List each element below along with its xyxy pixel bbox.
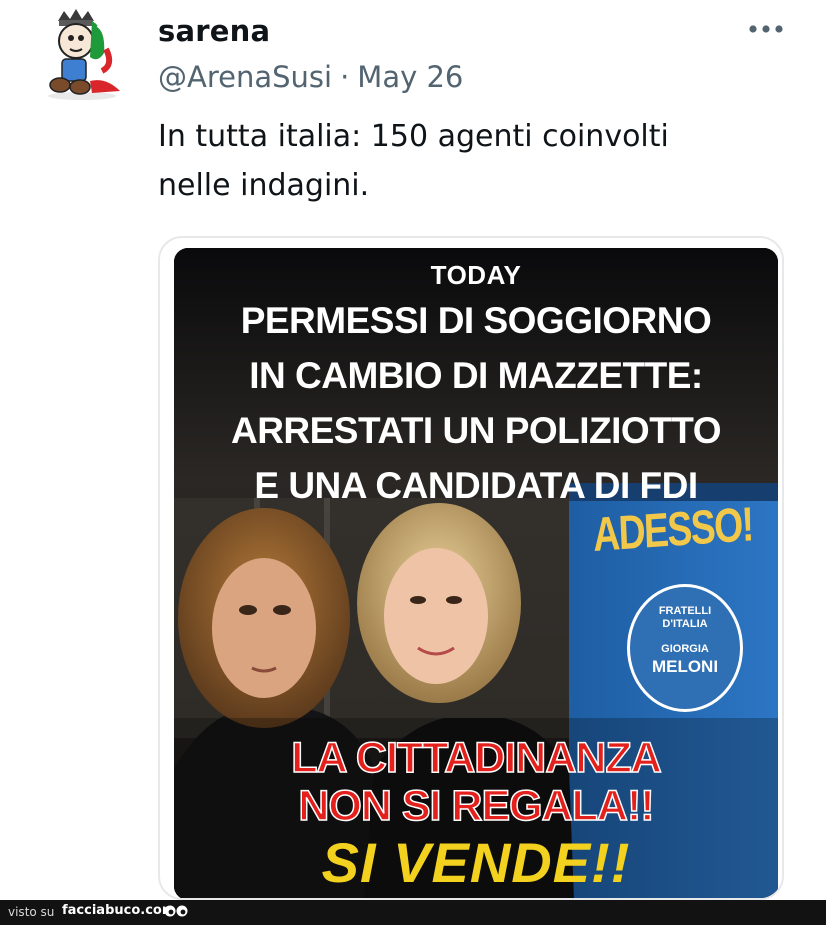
logo-line: GIORGIA [661,643,709,655]
more-options-button[interactable] [744,14,788,44]
eyes-icon [164,905,188,917]
user-handle[interactable]: @ArenaSusi [158,60,332,94]
brand-link[interactable]: facciabuco.com [62,903,175,918]
logo-line: FRATELLI [658,605,712,617]
watermark-bar: visto su facciabuco.com [0,900,826,925]
headline-line: ARRESTATI UN POLIZIOTTO [230,410,722,451]
visto-label: visto su [8,905,55,919]
headline-line: PERMESSI DI SOGGIORNO [240,300,712,341]
slogan-line: SI VENDE!! [321,831,631,894]
avatar[interactable] [40,5,124,103]
tweet-date[interactable]: May 26 [357,60,463,94]
tweet: sarena @ArenaSusi · May 26 In tutta italia… [0,0,826,900]
logo-line: D'ITALIA [662,618,708,630]
handle-line: @ArenaSusi · May 26 [158,60,463,94]
poster-text: ADESSO! [592,498,754,562]
media-image[interactable]: TODAY PERMESSI DI SOGGIORNO IN CAMBIO DI… [174,248,778,898]
more-dots-icon [749,25,783,33]
media-card[interactable]: TODAY PERMESSI DI SOGGIORNO IN CAMBIO DI… [158,236,784,900]
display-name[interactable]: sarena [158,14,270,48]
separator-dot: · [340,60,350,94]
tweet-text: In tutta italia: 150 agenti coinvolti ne… [158,119,669,203]
logo-line: MELONI [651,657,719,676]
slogan-line: NON SI REGALA!! [298,781,656,831]
headline-source: TODAY [430,260,522,290]
headline-line: IN CAMBIO DI MAZZETTE: [249,355,703,396]
slogan-line: LA CITTADINANZA [290,733,662,783]
party-logo: FRATELLI D'ITALIA GIORGIA MELONI [627,584,743,712]
